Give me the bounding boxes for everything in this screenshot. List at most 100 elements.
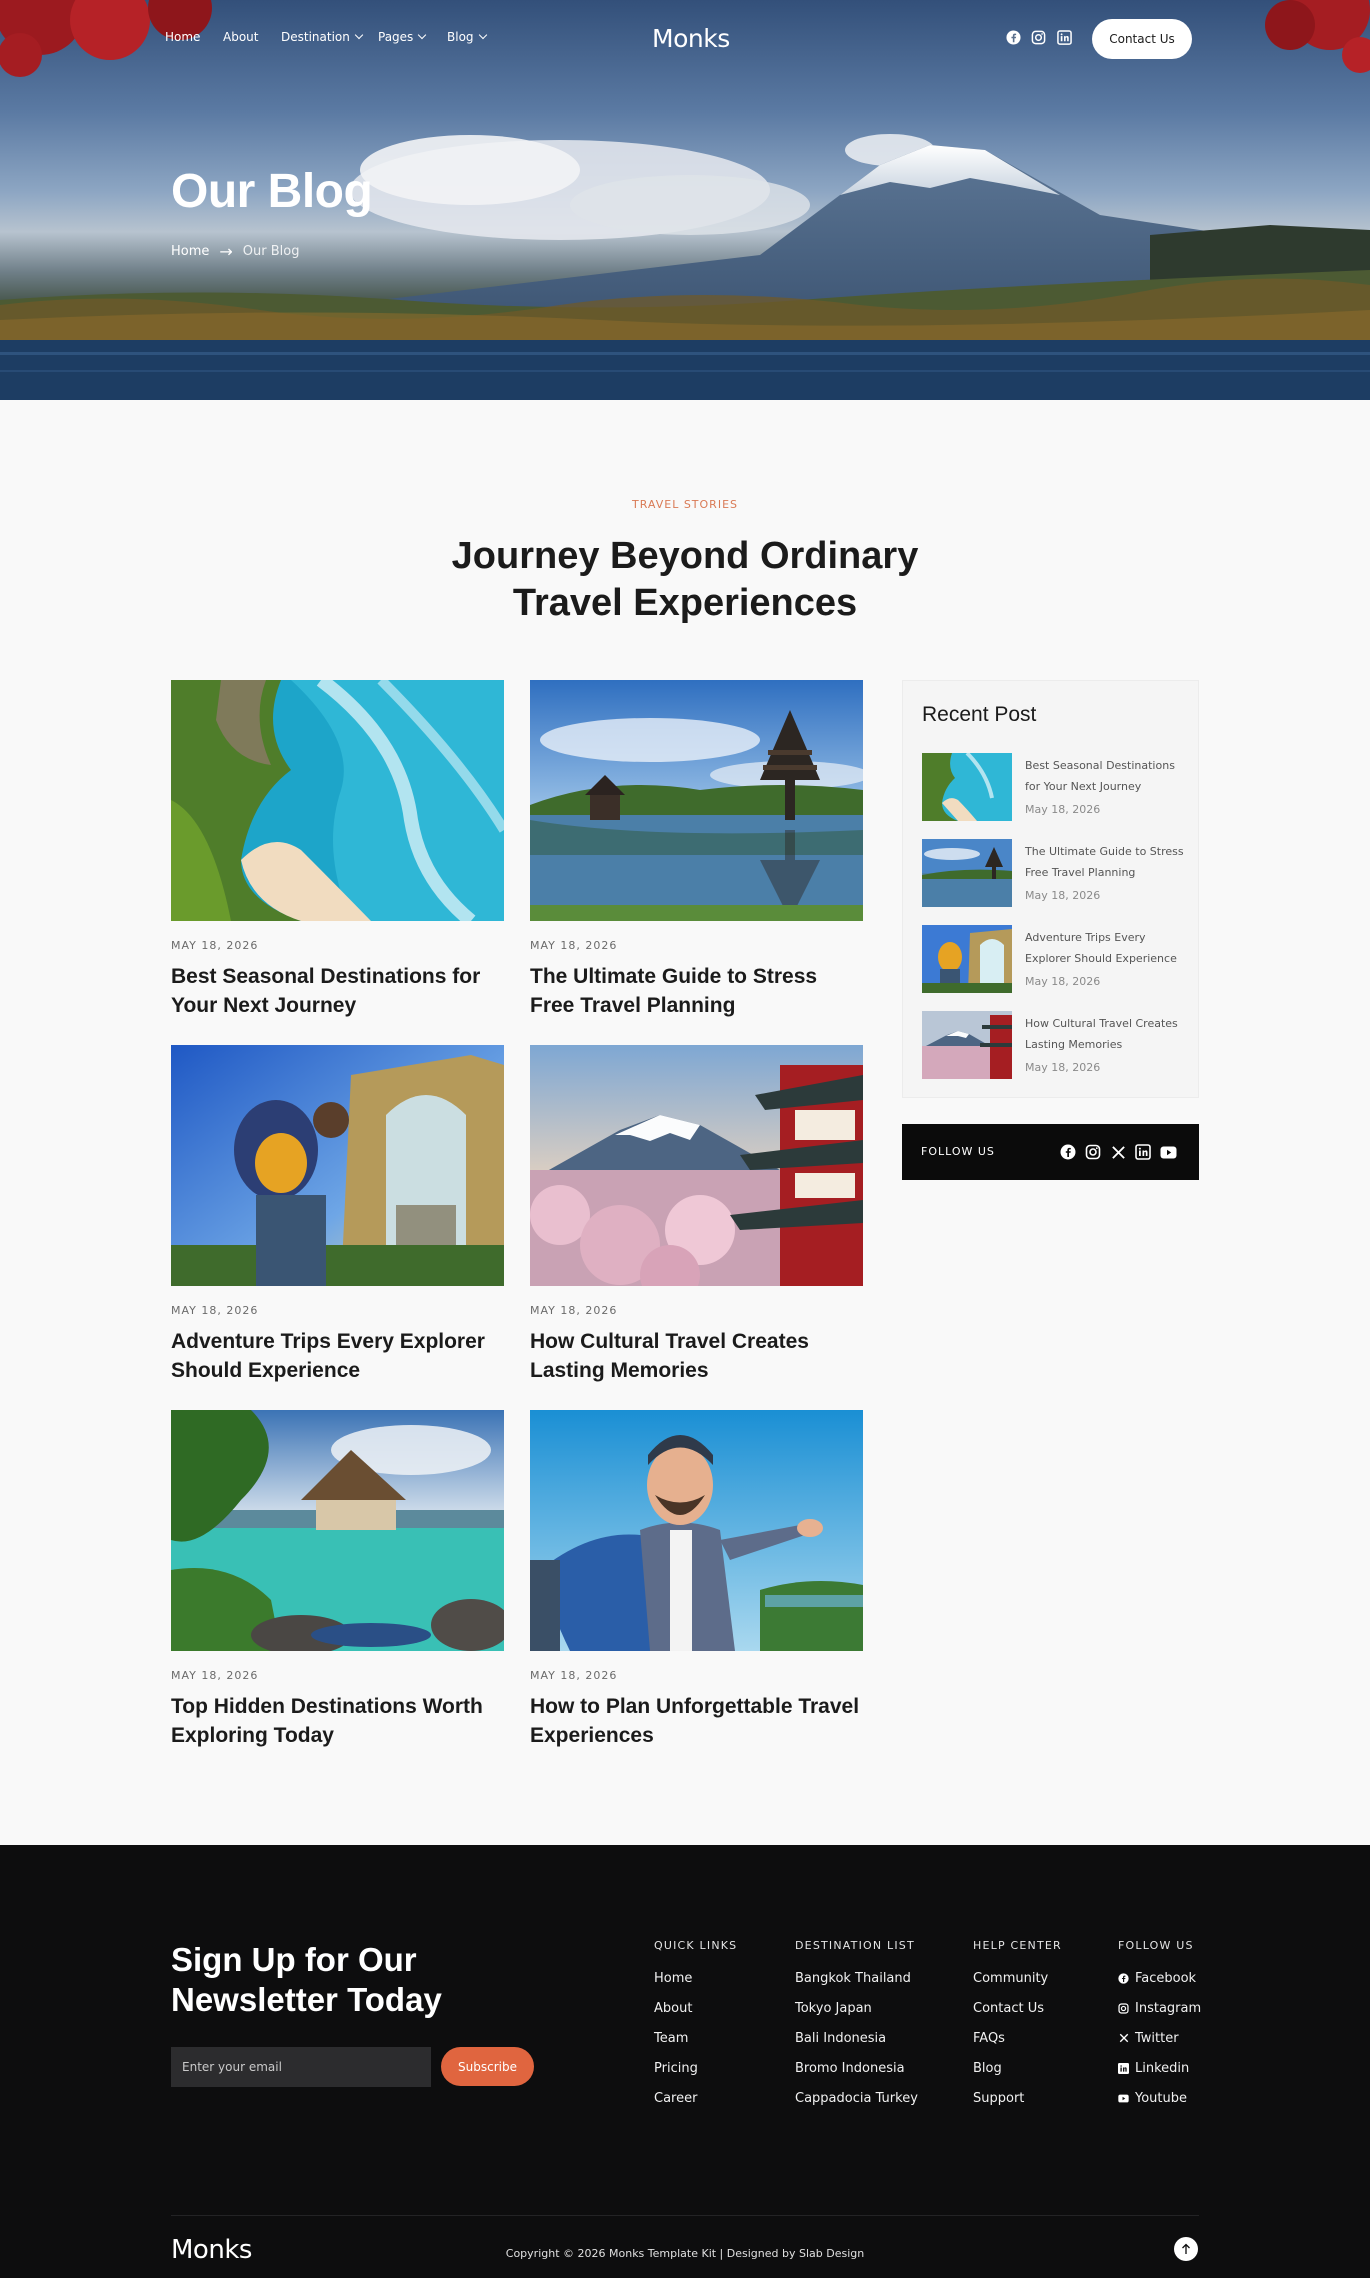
youtube-icon[interactable] (1158, 1142, 1178, 1162)
arrow-right-icon: → (219, 242, 233, 261)
chevron-down-icon (418, 30, 427, 40)
breadcrumb: Home → Our Blog (171, 242, 299, 261)
footer-link[interactable]: Pricing (654, 2059, 737, 2077)
hero-banner: Home About Destination Pages Blog Monks … (0, 0, 1370, 400)
footer-link[interactable]: Tokyo Japan (795, 1999, 918, 2017)
footer-column-help-center: HELP CENTER Community Contact Us FAQs Bl… (973, 1939, 1062, 2107)
footer-link[interactable]: Community (973, 1969, 1062, 1987)
footer-social-youtube[interactable]: Youtube (1118, 2089, 1201, 2107)
nav-home[interactable]: Home (165, 30, 200, 44)
footer-social-label: Twitter (1135, 2030, 1179, 2046)
nav-pages[interactable]: Pages (378, 30, 427, 44)
recent-post-title[interactable]: How Cultural Travel Creates Lasting Memo… (1025, 1013, 1185, 1055)
post-title[interactable]: The Ultimate Guide to Stress Free Travel… (530, 962, 863, 1020)
post-date: MAY 18, 2026 (530, 1669, 618, 1682)
nav-label: Pages (378, 30, 414, 44)
footer-link[interactable]: Career (654, 2089, 737, 2107)
footer-column-destination-list: DESTINATION LIST Bangkok Thailand Tokyo … (795, 1939, 918, 2107)
recent-post-date: May 18, 2026 (1025, 975, 1101, 988)
blog-card[interactable]: MAY 18, 2026 The Ultimate Guide to Stres… (530, 680, 863, 1020)
post-title[interactable]: Top Hidden Destinations Worth Exploring … (171, 1692, 504, 1750)
footer-link[interactable]: Team (654, 2029, 737, 2047)
blog-card[interactable]: MAY 18, 2026 How to Plan Unforgettable T… (530, 1410, 863, 1750)
footer-social-twitter[interactable]: Twitter (1118, 2029, 1201, 2047)
recent-post-title[interactable]: Best Seasonal Destinations for Your Next… (1025, 755, 1185, 797)
follow-us-label: FOLLOW US (921, 1145, 995, 1158)
post-date: MAY 18, 2026 (171, 1669, 259, 1682)
instagram-icon[interactable] (1030, 29, 1046, 45)
facebook-icon[interactable] (1058, 1142, 1078, 1162)
post-image-tropical-cliff-beach[interactable] (171, 680, 504, 921)
footer-social-label: Facebook (1135, 1970, 1197, 1986)
footer-link[interactable]: Blog (973, 2059, 1062, 2077)
post-image-tropical-lagoon-villa[interactable] (171, 1410, 504, 1651)
linkedin-icon (1118, 2062, 1129, 2074)
post-date: MAY 18, 2026 (171, 939, 259, 952)
footer-link[interactable]: Support (973, 2089, 1062, 2107)
copyright-text: Copyright © 2026 Monks Template Kit | De… (505, 2247, 865, 2260)
subscribe-button[interactable]: Subscribe (441, 2047, 534, 2086)
linkedin-icon[interactable] (1056, 29, 1072, 45)
arrow-up-icon (1182, 2243, 1190, 2254)
recent-posts-widget: Recent Post Best Seasonal Destinations f… (902, 680, 1199, 1098)
recent-post-item[interactable]: How Cultural Travel Creates Lasting Memo… (922, 1011, 1182, 1081)
nav-blog[interactable]: Blog (447, 30, 487, 44)
footer-social-instagram[interactable]: Instagram (1118, 1999, 1201, 2017)
footer-link[interactable]: About (654, 1999, 737, 2017)
facebook-icon (1118, 1972, 1129, 1984)
post-title[interactable]: Best Seasonal Destinations for Your Next… (171, 962, 504, 1020)
blog-card[interactable]: MAY 18, 2026 Adventure Trips Every Explo… (171, 1045, 504, 1385)
site-logo[interactable]: Monks (652, 24, 730, 53)
footer-social-label: Youtube (1135, 2090, 1187, 2106)
recent-post-thumbnail[interactable] (922, 1011, 1012, 1079)
site-footer: Sign Up for Our Newsletter Today Subscri… (0, 1845, 1370, 2278)
instagram-icon[interactable] (1083, 1142, 1103, 1162)
post-image-lake-temple-pagoda[interactable] (530, 680, 863, 921)
footer-link[interactable]: Bangkok Thailand (795, 1969, 918, 1987)
footer-social-label: Linkedin (1135, 2060, 1190, 2076)
section-eyebrow: TRAVEL STORIES (631, 498, 739, 511)
nav-label: Home (165, 30, 201, 44)
post-title[interactable]: How to Plan Unforgettable Travel Experie… (530, 1692, 863, 1750)
post-date: MAY 18, 2026 (171, 1304, 259, 1317)
blog-card[interactable]: MAY 18, 2026 Best Seasonal Destinations … (171, 680, 504, 1020)
email-input[interactable] (171, 2047, 431, 2087)
recent-post-title[interactable]: Adventure Trips Every Explorer Should Ex… (1025, 927, 1185, 969)
facebook-icon[interactable] (1005, 29, 1021, 45)
footer-link[interactable]: Home (654, 1969, 737, 1987)
footer-social-facebook[interactable]: Facebook (1118, 1969, 1201, 1987)
breadcrumb-home[interactable]: Home (171, 244, 209, 259)
footer-link[interactable]: Bali Indonesia (795, 2029, 918, 2047)
newsletter-title: Sign Up for Our Newsletter Today (171, 1940, 501, 2020)
nav-destination[interactable]: Destination (281, 30, 364, 44)
linkedin-icon[interactable] (1133, 1142, 1153, 1162)
recent-post-thumbnail[interactable] (922, 839, 1012, 907)
footer-social-linkedin[interactable]: Linkedin (1118, 2059, 1201, 2077)
post-image-backpacker-ancient-gate[interactable] (171, 1045, 504, 1286)
back-to-top-button[interactable] (1174, 2237, 1198, 2261)
footer-column-heading: HELP CENTER (973, 1939, 1062, 1952)
recent-post-item[interactable]: Adventure Trips Every Explorer Should Ex… (922, 925, 1182, 995)
follow-us-widget: FOLLOW US (902, 1124, 1199, 1180)
footer-link[interactable]: Contact Us (973, 1999, 1062, 2017)
nav-about[interactable]: About (223, 30, 258, 44)
x-twitter-icon[interactable] (1108, 1142, 1128, 1162)
blog-card[interactable]: MAY 18, 2026 Top Hidden Destinations Wor… (171, 1410, 504, 1750)
recent-post-thumbnail[interactable] (922, 753, 1012, 821)
footer-link[interactable]: Bromo Indonesia (795, 2059, 918, 2077)
recent-post-title[interactable]: The Ultimate Guide to Stress Free Travel… (1025, 841, 1185, 883)
section-title-line: Travel Experiences (512, 582, 858, 624)
blog-card[interactable]: MAY 18, 2026 How Cultural Travel Creates… (530, 1045, 863, 1385)
contact-us-button[interactable]: Contact Us (1092, 19, 1192, 59)
recent-post-item[interactable]: The Ultimate Guide to Stress Free Travel… (922, 839, 1185, 909)
post-image-mount-fuji-pagoda-blossoms[interactable] (530, 1045, 863, 1286)
footer-link[interactable]: Cappadocia Turkey (795, 2089, 918, 2107)
recent-post-item[interactable]: Best Seasonal Destinations for Your Next… (922, 753, 1182, 823)
recent-post-thumbnail[interactable] (922, 925, 1012, 993)
post-title[interactable]: How Cultural Travel Creates Lasting Memo… (530, 1327, 863, 1385)
newsletter-title-line: Newsletter Today (171, 1981, 442, 2018)
x-twitter-icon (1118, 2033, 1129, 2044)
post-title[interactable]: Adventure Trips Every Explorer Should Ex… (171, 1327, 504, 1385)
footer-link[interactable]: FAQs (973, 2029, 1062, 2047)
post-image-smiling-traveler-selfie[interactable] (530, 1410, 863, 1651)
